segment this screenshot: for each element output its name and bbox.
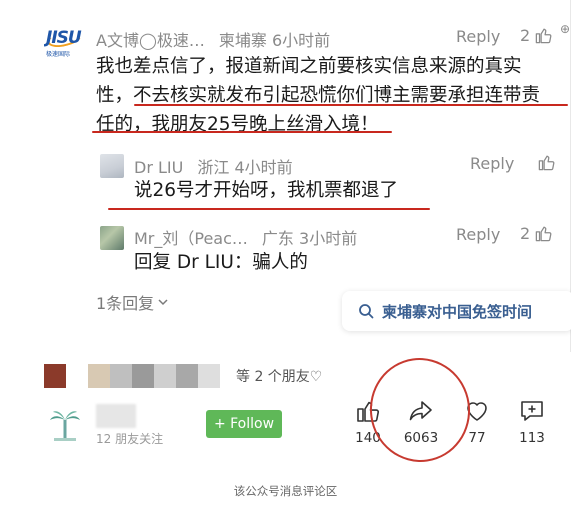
reply-button[interactable]: Reply <box>456 27 500 46</box>
reply-meta: Mr_刘（Peac… 广东 3小时前 <box>134 225 357 249</box>
annotation-underline <box>92 131 392 133</box>
reply-button[interactable]: Reply <box>456 225 500 244</box>
account-name-redacted <box>96 404 136 428</box>
reply-location: 广东 <box>261 229 294 248</box>
like-button[interactable] <box>537 153 556 172</box>
friend-avatar <box>110 364 132 388</box>
friend-avatar <box>132 364 154 388</box>
comment-time: 6小时前 <box>271 31 331 50</box>
friend-avatar <box>198 364 220 388</box>
like-count: 2 <box>520 224 531 243</box>
friends-avatars[interactable] <box>44 364 220 388</box>
comment-author-suffix[interactable]: ◯极速… <box>139 31 205 50</box>
thumbs-up-icon <box>535 226 552 242</box>
reply-body: 说26号才开始呀，我机票都退了 <box>134 180 399 201</box>
replier-avatar[interactable] <box>100 154 124 178</box>
logo-subtext: 极速国际 <box>46 51 71 58</box>
search-icon <box>359 304 374 319</box>
commenter-avatar[interactable]: JISU 极速国际 <box>44 26 86 62</box>
comment-line: 任的，我朋友25号晚上丝滑入境！ <box>96 114 379 135</box>
like-button[interactable]: 2 <box>520 26 553 45</box>
reply-author[interactable]: Mr_刘（Peac… <box>134 229 248 248</box>
wow-count: 77 <box>468 430 486 446</box>
expand-replies-button[interactable]: 1条回复 <box>96 290 170 314</box>
friend-avatar-gap <box>66 364 88 388</box>
like-button[interactable]: 2 <box>520 224 553 243</box>
friends-liked-text: 等 2 个朋友♡ <box>236 369 323 385</box>
comment-add-icon <box>521 401 543 421</box>
comment-body: 我也差点信了，报道新闻之前要核实信息来源的真实 性，不去核实就发布引起恐慌你们博… <box>96 52 540 139</box>
friend-avatar <box>44 364 66 388</box>
reply-author[interactable]: Dr LIU <box>134 158 183 177</box>
comment-location: 柬埔寨 <box>218 31 267 50</box>
comment-count: 113 <box>519 430 545 446</box>
thumbs-up-icon <box>535 28 552 44</box>
reply-meta: Dr LIU 浙江 4小时前 <box>134 154 293 178</box>
comments-panel: ⊕ JISU 极速国际 A文博◯极速… 柬埔寨 6小时前 Reply 2 我也差点… <box>0 0 571 352</box>
related-search-chip[interactable]: 柬埔寨对中国免签时间 <box>342 291 571 331</box>
corner-mark: ⊕ <box>560 22 571 36</box>
comment-line: 我也差点信了，报道新闻之前要核实信息来源的真实 <box>96 56 522 77</box>
reply-time: 4小时前 <box>234 158 293 177</box>
replier-avatar[interactable] <box>100 226 124 250</box>
thumbs-up-icon <box>538 155 555 171</box>
comment-action[interactable]: 113 <box>507 398 557 446</box>
replies-count-label: 1条回复 <box>96 294 155 313</box>
annotation-underline <box>134 104 568 106</box>
reply-location: 浙江 <box>197 158 230 177</box>
follower-count-text: 12 朋友关注 <box>96 432 164 446</box>
like-count: 2 <box>520 26 531 45</box>
logo-text: JISU <box>46 28 82 48</box>
annotation-circle <box>363 351 477 469</box>
chevron-down-icon <box>158 299 168 306</box>
palm-tree-icon[interactable] <box>48 408 82 442</box>
image-caption: 该公众号消息评论区 <box>233 484 338 498</box>
friend-avatar <box>154 364 176 388</box>
comment-author[interactable]: A文博 <box>96 31 139 50</box>
reply-button[interactable]: Reply <box>470 154 514 173</box>
friend-avatar <box>88 364 110 388</box>
reply-time: 3小时前 <box>299 229 358 248</box>
follow-button[interactable]: + Follow <box>206 410 282 438</box>
annotation-underline <box>108 208 430 210</box>
related-search-label: 柬埔寨对中国免签时间 <box>382 302 533 321</box>
friend-avatar <box>176 364 198 388</box>
comment-meta: A文博◯极速… 柬埔寨 6小时前 <box>96 27 330 51</box>
reply-body: 回复 Dr LIU：骗人的 <box>134 252 308 273</box>
